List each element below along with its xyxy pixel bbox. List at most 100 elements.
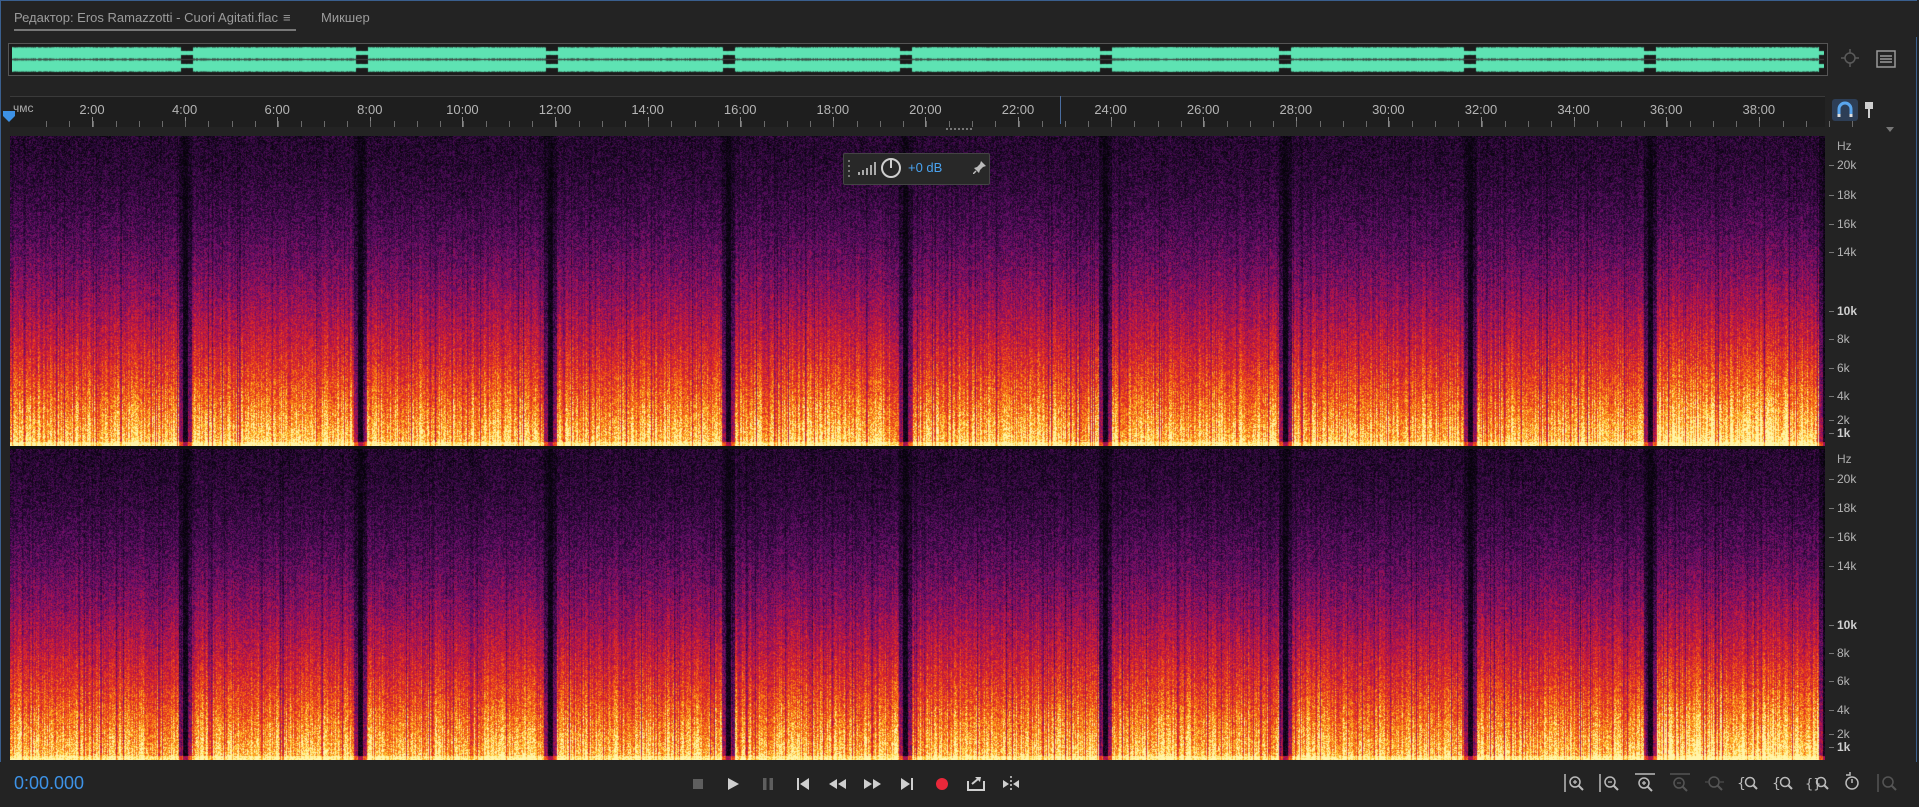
ruler-time-label: 34:00: [1557, 102, 1590, 117]
ruler-minor-tick: [439, 121, 441, 127]
panel-menu-icon[interactable]: ≡: [283, 11, 294, 24]
ruler-time-label: 36:00: [1649, 102, 1683, 117]
zoom-to-selection-icon[interactable]: {}: [1805, 770, 1831, 796]
ruler-grip-handle[interactable]: [944, 127, 976, 132]
frequency-label: 2k: [1837, 412, 1850, 427]
zoom-in-amplitude-icon[interactable]: [1562, 770, 1588, 796]
zoom-in-time-icon[interactable]: [1632, 770, 1658, 796]
spectrogram-channel-right[interactable]: [10, 449, 1825, 760]
go-to-end-button[interactable]: [894, 772, 920, 796]
ruler-minor-tick: [1736, 121, 1738, 127]
ruler-minor-tick: [1064, 121, 1066, 127]
ruler-minor-tick: [277, 121, 279, 127]
frequency-tick: [1829, 419, 1834, 421]
frequency-label: 6k: [1837, 360, 1850, 375]
ruler-minor-tick: [1041, 121, 1043, 127]
play-button[interactable]: [720, 772, 746, 796]
view-boundary-line: [1060, 96, 1061, 124]
ruler-minor-tick: [810, 121, 812, 127]
frequency-tick: [1829, 432, 1834, 434]
zoom-in-all-tracks-icon[interactable]: [1875, 770, 1901, 796]
ruler-minor-tick: [1759, 121, 1761, 127]
chevron-down-icon[interactable]: [1886, 127, 1894, 132]
stop-button[interactable]: [685, 772, 711, 796]
zoom-in-left-edge-icon[interactable]: {: [1771, 770, 1797, 796]
ruler-minor-tick: [1273, 121, 1275, 127]
ruler-time-label: 38:00: [1742, 102, 1776, 117]
ruler-minor-tick: [463, 121, 464, 127]
zoom-in-selection-icon[interactable]: {: [1736, 770, 1762, 796]
ruler-minor-tick: [1111, 121, 1113, 127]
go-to-start-button[interactable]: [790, 772, 816, 796]
ruler-minor-tick: [1203, 121, 1205, 127]
ruler-time-label: 28:00: [1279, 102, 1313, 117]
active-tab-indicator: [14, 29, 296, 31]
ruler-unit-label: чмс: [13, 101, 34, 115]
tab-mixer[interactable]: Микшер: [321, 10, 370, 25]
ruler-minor-tick: [1365, 121, 1367, 127]
frequency-tick: [1829, 681, 1834, 683]
frequency-tick: [1829, 194, 1834, 196]
ruler-time-label: 4:00: [171, 102, 198, 117]
toggle-list-icon[interactable]: [1876, 50, 1896, 68]
ruler-minor-tick: [138, 121, 140, 127]
ruler-minor-tick: [902, 121, 904, 127]
frequency-tick: [1829, 746, 1834, 748]
svg-text:{}: {}: [1805, 777, 1822, 792]
zoom-out-time-icon[interactable]: [1667, 770, 1693, 796]
playhead-icon[interactable]: [3, 111, 15, 123]
ruler-minor-tick: [625, 121, 627, 127]
ruler-minor-tick: [1435, 121, 1437, 127]
frequency-tick: [1829, 565, 1834, 567]
frequency-label: 10k: [1837, 617, 1858, 632]
ruler-minor-tick: [1782, 121, 1784, 127]
pause-button[interactable]: [755, 772, 781, 796]
ruler-minor-tick: [1134, 121, 1136, 127]
loop-button[interactable]: [963, 772, 989, 796]
hud-grip-handle[interactable]: [847, 158, 851, 178]
spectral-display[interactable]: [10, 136, 1825, 760]
ruler-minor-tick: [833, 121, 835, 127]
ruler-minor-tick: [115, 121, 117, 127]
frequency-label: 18k: [1837, 187, 1857, 202]
frequency-label: 1k: [1837, 425, 1851, 440]
frequency-tick: [1829, 395, 1834, 397]
ruler-time-label: 22:00: [1001, 102, 1035, 117]
ruler-time-label: 18:00: [816, 102, 850, 117]
frequency-label: 1k: [1837, 739, 1851, 754]
ruler-minor-tick: [763, 121, 765, 127]
pin-icon[interactable]: [973, 160, 987, 174]
volume-knob-icon[interactable]: [880, 157, 902, 179]
snap-toggle-button[interactable]: [1832, 99, 1858, 121]
rewind-button[interactable]: [825, 772, 851, 796]
zoom-navigator-icon[interactable]: [1840, 48, 1862, 70]
volume-value[interactable]: +0 dB: [908, 160, 942, 175]
time-ruler[interactable]: 2:00 4:00 6:00 8:00 10:00 12:00 14:00 16:00 18:0…: [10, 96, 1853, 127]
ruler-time-label: 24:00: [1094, 102, 1127, 117]
frequency-tick: [1829, 624, 1834, 626]
zoom-reset-icon[interactable]: [1840, 770, 1866, 796]
tab-bar: Редактор: Eros Ramazzotti - Cuori Agitat…: [1, 1, 1917, 37]
ruler-time-label: 16:00: [723, 102, 757, 117]
fast-forward-button[interactable]: [859, 772, 885, 796]
marker-icon[interactable]: [1862, 100, 1878, 120]
frequency-label: 16k: [1837, 530, 1857, 544]
frequency-tick: [1829, 508, 1834, 510]
ruler-minor-tick: [231, 121, 233, 127]
ruler-minor-tick: [509, 121, 511, 127]
zoom-out-amplitude-icon[interactable]: [1597, 770, 1623, 796]
record-button[interactable]: [929, 772, 955, 796]
ruler-minor-tick: [1574, 121, 1576, 127]
zoom-out-full-icon[interactable]: [1702, 770, 1728, 796]
ruler-minor-tick: [555, 121, 557, 127]
ruler-minor-tick: [1296, 121, 1298, 127]
frequency-label: 8k: [1837, 645, 1850, 660]
skip-selection-button[interactable]: [998, 772, 1024, 796]
ruler-minor-tick: [1250, 121, 1252, 127]
ruler-minor-tick: [879, 121, 881, 127]
ruler-minor-tick: [162, 121, 164, 127]
current-time-display[interactable]: 0:00.000: [14, 773, 84, 794]
ruler-minor-tick: [1088, 121, 1090, 127]
tab-editor[interactable]: Редактор: Eros Ramazzotti - Cuori Agitat…: [14, 10, 278, 25]
overview-waveform[interactable]: [8, 43, 1828, 76]
